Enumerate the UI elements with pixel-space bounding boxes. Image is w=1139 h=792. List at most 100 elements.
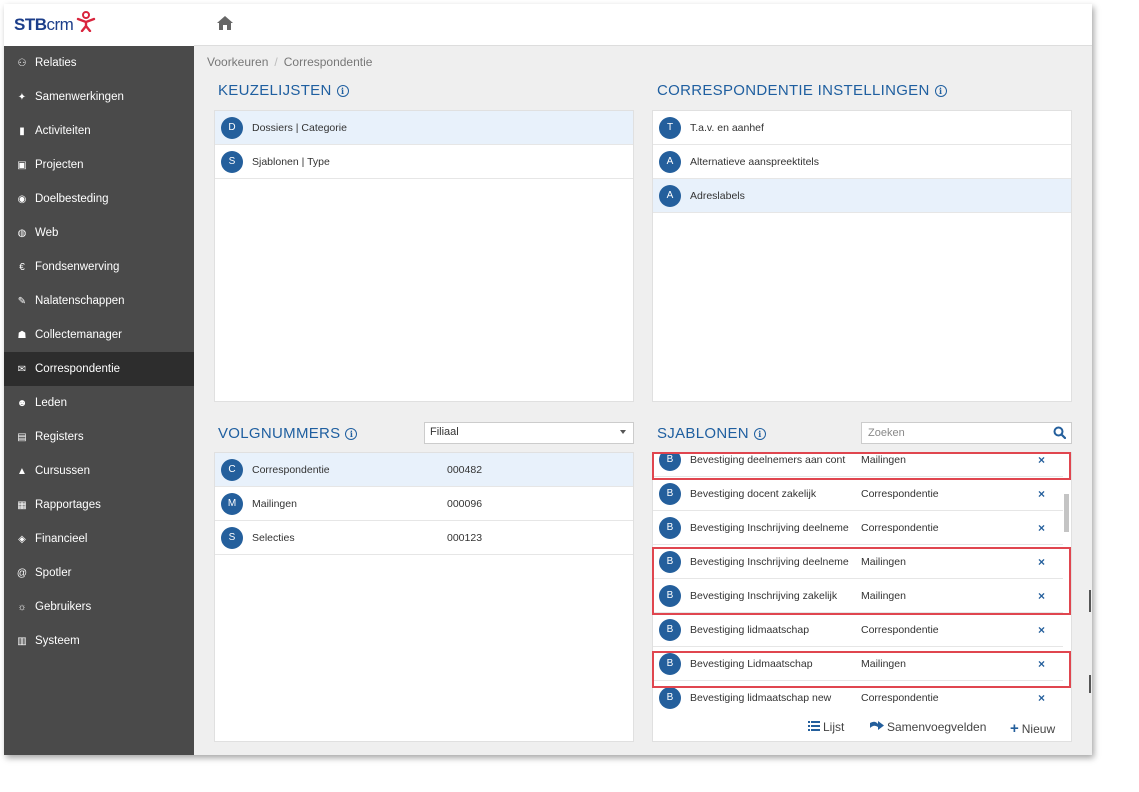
clipboard-icon: ▮: [19, 125, 25, 137]
sidebar-item-registers[interactable]: ▤ Registers: [4, 420, 194, 454]
initial-badge: B: [659, 686, 681, 709]
sidebar-item-systeem[interactable]: ▥ Systeem: [4, 624, 194, 658]
home-icon[interactable]: [216, 15, 234, 31]
delete-icon[interactable]: ×: [1038, 453, 1045, 467]
sequence-number: 000482: [447, 463, 483, 476]
list-item[interactable]: T T.a.v. en aanhef: [653, 111, 1071, 145]
initial-badge: A: [659, 184, 681, 207]
sidebar-item-label: Web: [35, 227, 59, 239]
list-item[interactable]: S Selecties 000123: [215, 521, 633, 555]
initial-badge: C: [221, 458, 243, 481]
volgnummers-panel: C Correspondentie 000482 M Mailingen 000096 S S…: [214, 452, 634, 742]
sidebar-item-label: Cursussen: [35, 465, 90, 477]
report-icon: ▦: [17, 499, 27, 511]
list-item[interactable]: B Bevestiging Lidmaatschap Mailingen ×: [653, 647, 1063, 681]
keuzelijsten-panel: D Dossiers | Categorie S Sjablonen | Type: [214, 110, 634, 402]
target-icon: ◉: [17, 193, 27, 205]
template-type: Correspondentie: [861, 487, 939, 500]
template-type: Correspondentie: [861, 623, 939, 636]
delete-icon[interactable]: ×: [1038, 487, 1045, 501]
new-button[interactable]: + Nieuw: [1010, 720, 1055, 737]
initial-badge: B: [659, 516, 681, 539]
signature-icon: ✎: [17, 295, 27, 307]
list-item-label: Selecties: [252, 531, 295, 544]
search-input[interactable]: [862, 423, 1042, 443]
list-item-label: Bevestiging Inschrijving deelneme: [690, 555, 849, 568]
sidebar-item-projecten[interactable]: ▣ Projecten: [4, 148, 194, 182]
sidebar-item-label: Nalatenschappen: [35, 295, 125, 307]
list-item-label: Alternatieve aanspreektitels: [690, 155, 819, 168]
list-item[interactable]: M Mailingen 000096: [215, 487, 633, 521]
search-icon[interactable]: [1053, 426, 1067, 440]
template-type: Correspondentie: [861, 521, 939, 534]
sidebar-item-gebruikers[interactable]: ☼ Gebruikers: [4, 590, 194, 624]
list-item[interactable]: S Sjablonen | Type: [215, 145, 633, 179]
list-item-label: T.a.v. en aanhef: [690, 121, 764, 134]
sidebar-item-label: Rapportages: [35, 499, 101, 511]
breadcrumb-parent[interactable]: Voorkeuren: [207, 55, 268, 69]
sequence-number: 000123: [447, 531, 483, 544]
delete-icon[interactable]: ×: [1038, 555, 1045, 569]
template-type: Mailingen: [861, 657, 906, 670]
filiaal-select-value: Filiaal: [430, 426, 459, 438]
sidebar-item-label: Projecten: [35, 159, 84, 171]
delete-icon[interactable]: ×: [1038, 691, 1045, 705]
plus-icon: +: [1010, 720, 1019, 737]
list-item-label: Bevestiging lidmaatschap new: [690, 691, 832, 704]
book-icon: ▤: [17, 431, 27, 443]
list-item[interactable]: A Adreslabels: [653, 179, 1071, 213]
sidebar-item-collectemanager[interactable]: ☗ Collectemanager: [4, 318, 194, 352]
sidebar-item-financieel[interactable]: ◈ Financieel: [4, 522, 194, 556]
initial-badge: B: [659, 584, 681, 607]
sidebar-item-label: Correspondentie: [35, 363, 121, 375]
sidebar-item-activiteiten[interactable]: ▮ Activiteiten: [4, 114, 194, 148]
sidebar-item-spotler[interactable]: @ Spotler: [4, 556, 194, 590]
sidebar: STBcrm ⚇ Relaties ✦ Samenwerkingen ▮ Activite…: [4, 4, 194, 755]
sidebar-item-label: Activiteiten: [35, 125, 91, 137]
sidebar-item-cursussen[interactable]: ▲ Cursussen: [4, 454, 194, 488]
sidebar-item-fondsenwerving[interactable]: € Fondsenwerving: [4, 250, 194, 284]
list-item[interactable]: B Bevestiging Inschrijving zakelijk Mailin…: [653, 579, 1063, 613]
list-button[interactable]: Lijst: [808, 720, 844, 734]
delete-icon[interactable]: ×: [1038, 657, 1045, 671]
info-icon[interactable]: i: [753, 427, 766, 440]
list-icon: [808, 720, 820, 734]
sequence-number: 000096: [447, 497, 483, 510]
list-item[interactable]: B Bevestiging deelnemers aan cont Mailinge…: [653, 453, 1063, 477]
initial-badge: A: [659, 150, 681, 173]
delete-icon[interactable]: ×: [1038, 589, 1045, 603]
sidebar-item-rapportages[interactable]: ▦ Rapportages: [4, 488, 194, 522]
list-item[interactable]: B Bevestiging lidmaatschap Correspondentie…: [653, 613, 1063, 647]
list-item[interactable]: B Bevestiging Inschrijving deelneme Corres…: [653, 511, 1063, 545]
breadcrumb-current: Correspondentie: [283, 55, 373, 69]
list-item[interactable]: B Bevestiging docent zakelijk Corresponden…: [653, 477, 1063, 511]
list-item[interactable]: D Dossiers | Categorie: [215, 111, 633, 145]
logo-bold: STB: [14, 15, 47, 34]
info-icon[interactable]: i: [345, 427, 358, 440]
delete-icon[interactable]: ×: [1038, 521, 1045, 535]
scrollbar-thumb[interactable]: [1064, 494, 1069, 532]
sidebar-item-web[interactable]: ◍ Web: [4, 216, 194, 250]
merge-fields-button[interactable]: Samenvoegvelden: [870, 720, 986, 734]
filiaal-select[interactable]: Filiaal: [424, 422, 634, 444]
logo[interactable]: STBcrm: [4, 4, 194, 46]
sidebar-item-nalatenschappen[interactable]: ✎ Nalatenschappen: [4, 284, 194, 318]
logo-figure-icon: [77, 10, 96, 32]
list-item[interactable]: B Bevestiging Inschrijving deelneme Mailin…: [653, 545, 1063, 579]
sidebar-item-doelbesteding[interactable]: ◉ Doelbesteding: [4, 182, 194, 216]
initial-badge: B: [659, 453, 681, 471]
list-item[interactable]: B Bevestiging lidmaatschap new Corresponde…: [653, 681, 1063, 715]
sidebar-item-samenwerkingen[interactable]: ✦ Samenwerkingen: [4, 80, 194, 114]
list-item[interactable]: A Alternatieve aanspreektitels: [653, 145, 1071, 179]
delete-icon[interactable]: ×: [1038, 623, 1045, 637]
sidebar-item-correspondentie[interactable]: ✉ Correspondentie: [4, 352, 194, 386]
info-icon[interactable]: i: [336, 84, 349, 97]
initial-badge: B: [659, 618, 681, 641]
list-item-label: Correspondentie: [252, 463, 330, 476]
list-item[interactable]: C Correspondentie 000482: [215, 453, 633, 487]
list-item-label: Bevestiging Inschrijving zakelijk: [690, 589, 838, 602]
info-icon[interactable]: i: [934, 84, 947, 97]
sjablonen-title-text: SJABLONEN: [657, 425, 749, 442]
sidebar-item-relaties[interactable]: ⚇ Relaties: [4, 46, 194, 80]
sidebar-item-leden[interactable]: ☻ Leden: [4, 386, 194, 420]
